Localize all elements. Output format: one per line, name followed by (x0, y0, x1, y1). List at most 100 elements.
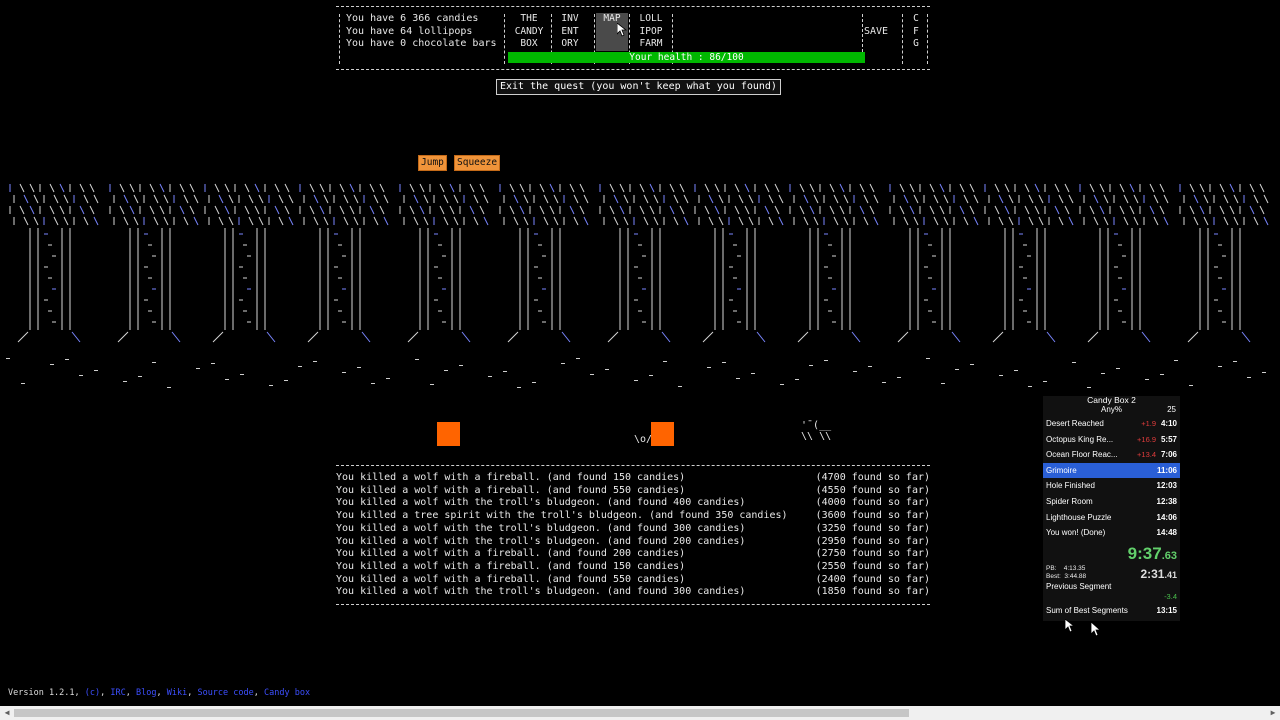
log-total: (4550 found so far) (815, 484, 930, 496)
split-name: Grimoire (1046, 465, 1077, 475)
tab-candy-box[interactable]: THE CANDY BOX (511, 13, 547, 51)
scroll-left-icon[interactable]: ◀ (0, 706, 14, 720)
player-square (651, 422, 674, 446)
log-total: (2950 found so far) (815, 535, 930, 547)
main-time: 9:37 (1127, 544, 1162, 563)
split-row: Desert Reached +1.9 4:10 (1043, 416, 1180, 431)
timer-category: Any% (1101, 405, 1122, 414)
wolf-enemy: '¯(__ \\ \\ (801, 420, 832, 442)
horizontal-scrollbar[interactable]: ◀ ▶ (0, 706, 1280, 720)
log-message: You killed a wolf with the troll's bludg… (336, 535, 746, 547)
log-entry: You killed a wolf with a fireball. (and … (336, 561, 930, 574)
tree-ascii (1079, 183, 1169, 343)
tab-lollipop-farm[interactable]: LOLL IPOP FARM (633, 13, 669, 51)
split-time: 5:57 (1160, 434, 1177, 444)
log-entry: You killed a wolf with the troll's bludg… (336, 536, 930, 549)
log-total: (3600 found so far) (815, 510, 930, 522)
split-delta: +1.9 (1141, 419, 1156, 428)
log-total: (2550 found so far) (815, 560, 930, 572)
tree-ascii (1179, 183, 1269, 343)
chocolate-count: You have 0 chocolate bars (346, 38, 497, 49)
tree-ascii (889, 183, 979, 343)
tab-divider (902, 14, 904, 64)
jump-button[interactable]: Jump (418, 155, 447, 171)
footer-link[interactable]: IRC (110, 688, 125, 698)
split-name: Octopus King Re... (1046, 434, 1114, 444)
segment-time-ms: .41 (1164, 570, 1177, 580)
mouse-cursor-icon (1065, 619, 1075, 633)
tab-label: CANDY (514, 25, 544, 37)
log-top-divider (336, 465, 930, 466)
log-message: You killed a wolf with the troll's bludg… (336, 522, 746, 534)
split-name: Spider Room (1046, 497, 1093, 506)
speedrun-timer: Candy Box 2 Any% 25 Desert Reached +1.9 4:… (1043, 396, 1180, 621)
segment-time: 2:31 (1140, 567, 1165, 581)
scrollbar-thumb[interactable] (14, 709, 909, 717)
log-bottom-divider (336, 604, 930, 605)
tab-divider (504, 14, 506, 64)
tree-ascii (9, 183, 99, 343)
segment-timer: 2:31.41 (1140, 567, 1177, 581)
footer-link[interactable]: (c) (85, 688, 100, 698)
split-delta: +16.9 (1137, 434, 1156, 444)
log-message: You killed a wolf with a fireball. (and … (336, 560, 686, 572)
top-divider (336, 6, 930, 7)
footer-link[interactable]: Wiki (167, 688, 187, 698)
log-total: (2400 found so far) (815, 573, 930, 585)
lollipops-count: You have 64 lollipops (346, 26, 473, 37)
main-time-ms: .63 (1161, 550, 1177, 562)
tab-label: INV (561, 13, 579, 24)
tab-label: ORY (561, 38, 579, 49)
log-entry: You killed a wolf with a fireball. (and … (336, 548, 930, 561)
tree-ascii (399, 183, 489, 343)
exit-quest-button[interactable]: Exit the quest (you won't keep what you … (496, 79, 781, 95)
split-name: Desert Reached (1046, 419, 1104, 428)
tree-ascii (599, 183, 689, 343)
split-time: 4:10 (1160, 419, 1177, 428)
log-entry: You killed a wolf with a fireball. (and … (336, 472, 930, 485)
quest-log: You killed a wolf with a fireball. (and … (336, 463, 930, 608)
tree-ascii (109, 183, 199, 343)
tab-label: LOLL (639, 13, 663, 24)
footer: Version 1.2.1, (c), IRC, Blog, Wiki, Sou… (8, 688, 311, 698)
split-time: 14:48 (1156, 528, 1177, 538)
squeeze-button[interactable]: Squeeze (454, 155, 501, 171)
log-total: (1850 found so far) (815, 586, 930, 598)
log-entry: You killed a wolf with the troll's bludg… (336, 497, 930, 510)
split-row: Octopus King Re... +16.9 5:57 (1043, 432, 1180, 447)
previous-segment-label: Previous Segment (1046, 582, 1112, 591)
pb-time: PB: 4:13.35 (1046, 565, 1086, 572)
footer-link[interactable]: Candy box (264, 688, 310, 698)
version-text: Version 1.2.1, (8, 688, 85, 698)
split-row: Hole Finished 12:03 (1043, 478, 1180, 493)
player-character: \o/ (634, 434, 653, 445)
tab-label: ENT (561, 25, 579, 37)
tab-label: IPOP (639, 25, 663, 37)
save-button[interactable]: SAVE (864, 26, 888, 37)
personal-best: PB: 4:13.35 Best: 3:44.88 (1046, 565, 1086, 581)
main-timer: 9:37.63 (1128, 544, 1177, 564)
log-message: You killed a wolf with a fireball. (and … (336, 573, 686, 585)
enemy-square (437, 422, 460, 446)
footer-link[interactable]: Blog (136, 688, 156, 698)
log-message: You killed a wolf with a fireball. (and … (336, 472, 686, 483)
split-name: Hole Finished (1046, 481, 1095, 491)
split-time: 14:06 (1156, 512, 1177, 522)
tab-label: THE (520, 13, 538, 24)
tab-config[interactable]: C F G (910, 13, 922, 51)
tab-label: BOX (520, 38, 538, 49)
split-time: 7:06 (1160, 450, 1177, 460)
ground-dots (6, 358, 1266, 388)
scroll-right-icon[interactable]: ▶ (1266, 706, 1280, 720)
log-total: (4000 found so far) (815, 497, 930, 509)
sum-of-best-value: 13:15 (1156, 606, 1177, 615)
tab-label: G (913, 38, 919, 49)
split-time: 11:06 (1156, 465, 1177, 475)
candies-count: You have 6 366 candies (346, 13, 479, 24)
timer-title: Candy Box 2 (1087, 395, 1136, 405)
tab-inventory[interactable]: INV ENT ORY (552, 13, 588, 51)
split-row: Grimoire 11:06 (1043, 462, 1180, 478)
split-name: Ocean Floor Reac... (1046, 450, 1118, 460)
health-bar: Your health : 86/100 (508, 52, 865, 63)
footer-link[interactable]: Source code (197, 688, 253, 698)
